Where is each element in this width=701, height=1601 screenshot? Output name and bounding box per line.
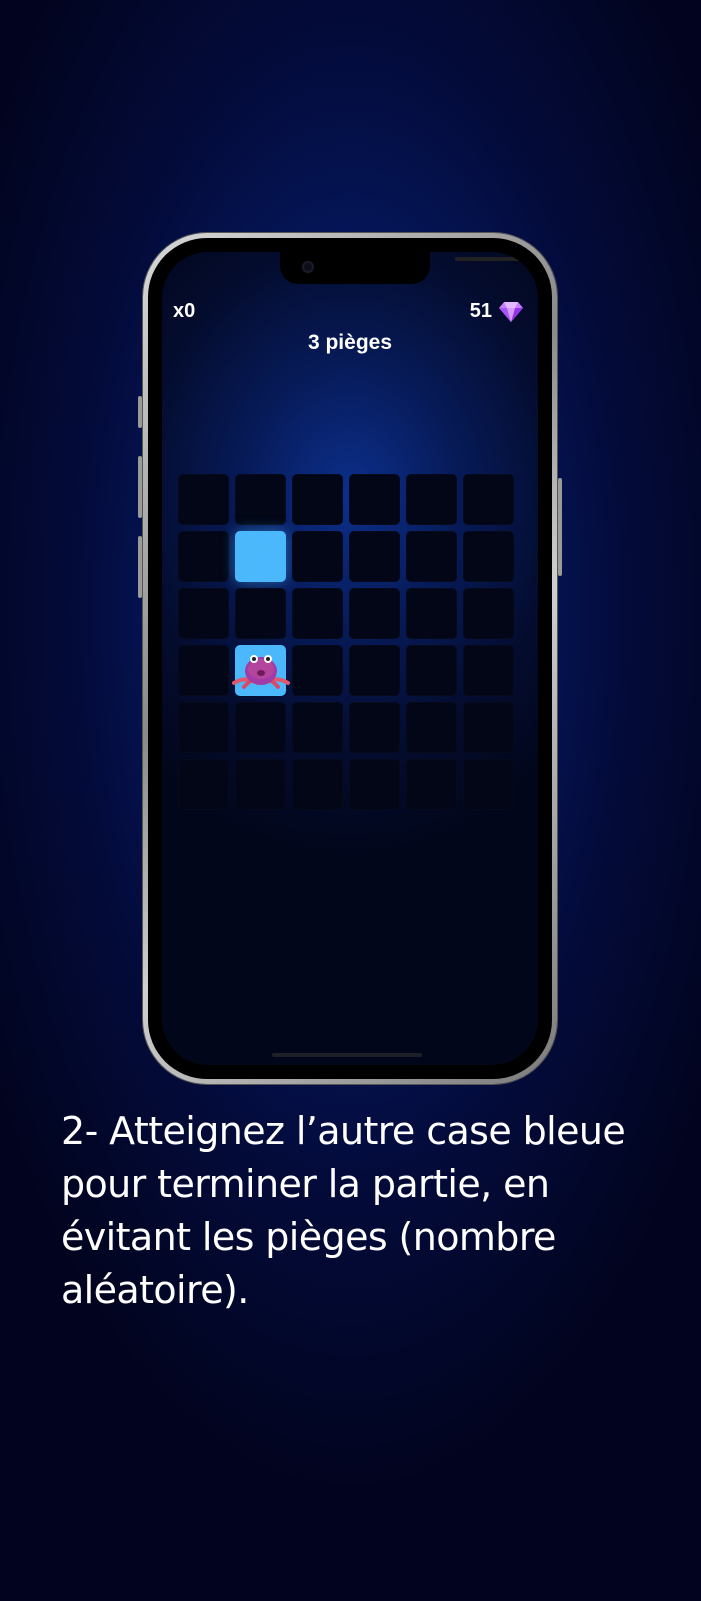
board-cell[interactable] [463,702,514,753]
board-cell[interactable] [292,531,343,582]
speaker-grille [455,257,525,261]
mute-switch [138,396,142,428]
board-cell[interactable] [406,645,457,696]
board-cell[interactable] [178,702,229,753]
board-cell[interactable] [292,759,343,810]
power-button [558,478,562,576]
board-cell[interactable] [292,474,343,525]
board-cell[interactable] [349,474,400,525]
home-indicator [272,1053,422,1057]
board-cell[interactable] [349,645,400,696]
board-cell[interactable] [235,474,286,525]
board-cell[interactable] [349,759,400,810]
board-cell[interactable] [463,588,514,639]
board-cell[interactable] [406,702,457,753]
board-cell[interactable] [349,702,400,753]
instruction-caption: 2- Atteignez l’autre case bleue pour ter… [61,1109,626,1312]
volume-up-button [138,456,142,518]
board-cell[interactable] [463,474,514,525]
board-cell[interactable] [178,531,229,582]
board-cell[interactable] [406,474,457,525]
board-cell[interactable] [349,531,400,582]
board-cell[interactable] [463,645,514,696]
board-cell[interactable] [178,588,229,639]
board-cell[interactable] [178,474,229,525]
phone-bezel: x0 51 3 pièges [148,238,552,1079]
game-board [178,474,514,810]
board-cell[interactable] [292,588,343,639]
board-cell[interactable] [406,588,457,639]
target-cell[interactable] [235,531,286,582]
camera-icon [302,261,314,273]
board-cell[interactable] [235,759,286,810]
phone-frame: x0 51 3 pièges [138,233,562,1084]
board-cell[interactable] [463,759,514,810]
board-cell[interactable] [406,531,457,582]
traps-count-title: 3 pièges [307,331,393,354]
board-cell[interactable] [178,645,229,696]
octopus-character-icon [232,655,290,689]
board-cell[interactable] [292,702,343,753]
notch [280,252,525,284]
volume-down-button [138,536,142,598]
gem-icon [499,301,523,322]
board-cell[interactable] [463,531,514,582]
player-cell[interactable] [232,645,290,696]
game-screen: x0 51 3 pièges [162,252,538,1065]
gems-counter: 51 [470,300,524,323]
gems-count: 51 [469,300,492,322]
board-cell[interactable] [235,702,286,753]
board-cell[interactable] [235,588,286,639]
board-cell[interactable] [406,759,457,810]
multiplier-label: x0 [173,300,196,322]
board-cell[interactable] [178,759,229,810]
board-cell[interactable] [292,645,343,696]
board-cell[interactable] [349,588,400,639]
